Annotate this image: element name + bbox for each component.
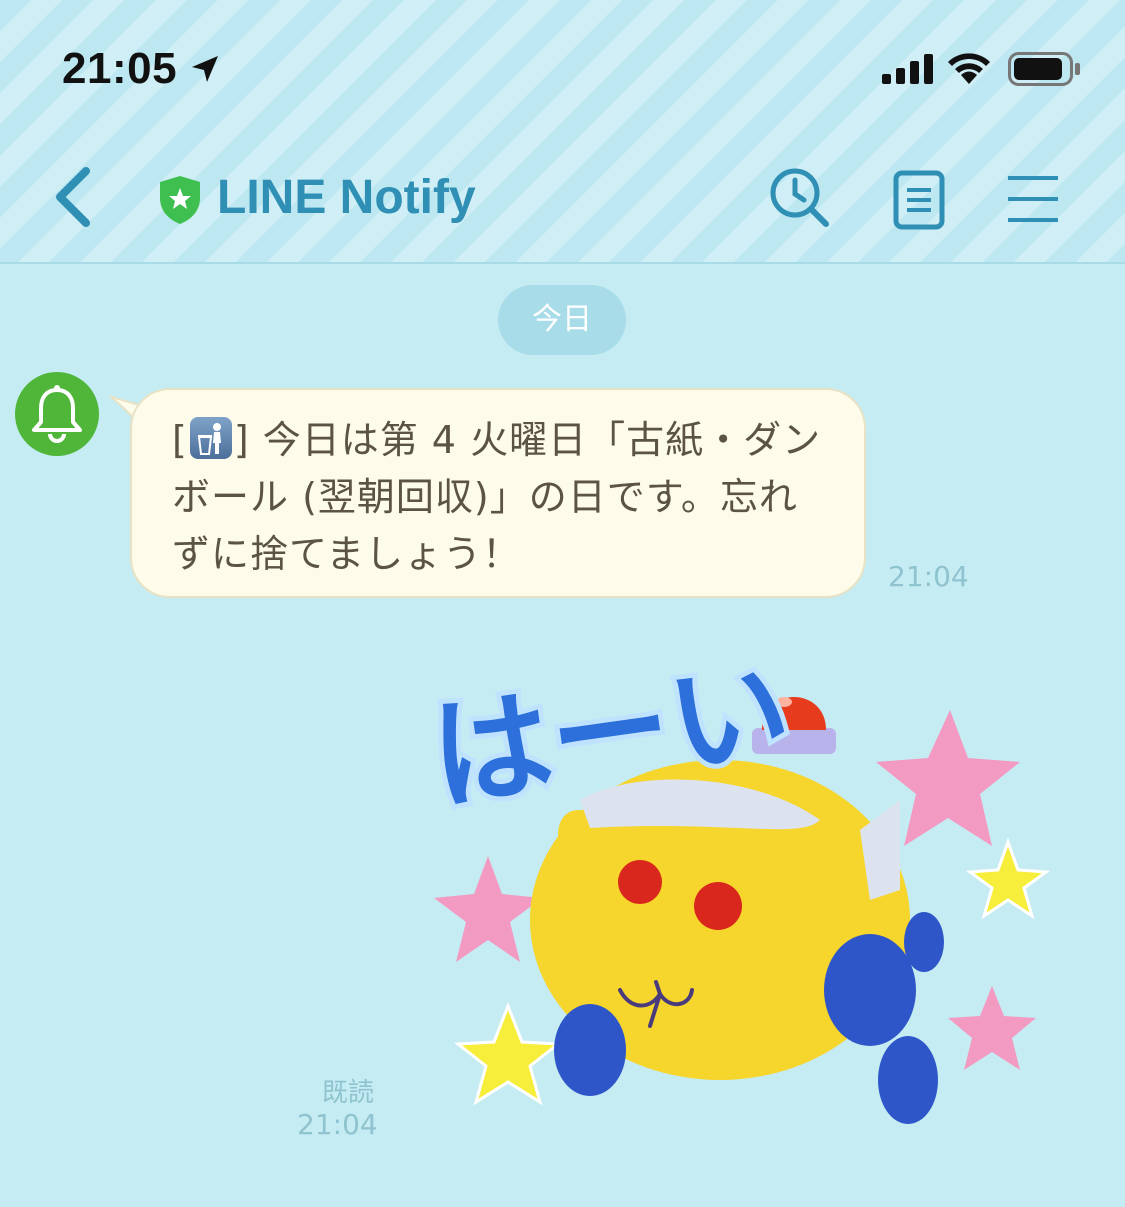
- battery-icon: [1008, 52, 1080, 86]
- menu-icon[interactable]: [1006, 174, 1060, 224]
- search-icon[interactable]: [768, 166, 832, 230]
- read-receipt: 既読: [322, 1078, 375, 1108]
- star-yellow-right: [965, 837, 1050, 920]
- avatar[interactable]: [15, 372, 99, 456]
- status-time: 21:05: [62, 44, 178, 93]
- chevron-left-icon[interactable]: [48, 165, 98, 229]
- message-prefix: [: [172, 418, 188, 462]
- wifi-icon: [948, 53, 990, 84]
- official-shield-star-icon: [160, 176, 200, 224]
- star-yellow-bottom-left: [453, 1001, 563, 1106]
- location-arrow-icon: [192, 56, 218, 82]
- star-pink-left: [434, 856, 542, 962]
- top-bar: 21:05 LINE Notify: [0, 0, 1125, 264]
- star-pink-bottom-right: [948, 986, 1036, 1070]
- message-bubble[interactable]: [] 今日は第 4 火曜日「古紙・ダンボール (翌朝回収)」の日です。忘れずに捨…: [130, 388, 866, 598]
- notes-icon[interactable]: [892, 170, 946, 230]
- reply-time: 21:04: [297, 1108, 378, 1141]
- bell-icon: [32, 385, 82, 443]
- message-time: 21:04: [888, 560, 969, 593]
- sticker-image[interactable]: はーい: [430, 650, 1050, 1140]
- date-separator: 今日: [498, 285, 626, 355]
- trash-can-emoji-icon: [189, 417, 232, 459]
- chat-title: LINE Notify: [217, 171, 476, 224]
- cellular-signal-icon: [882, 54, 933, 84]
- message-text: [] 今日は第 4 火曜日「古紙・ダンボール (翌朝回収)」の日です。忘れずに捨…: [172, 412, 832, 583]
- message-body: ] 今日は第 4 火曜日「古紙・ダンボール (翌朝回収)」の日です。忘れずに捨て…: [172, 418, 822, 576]
